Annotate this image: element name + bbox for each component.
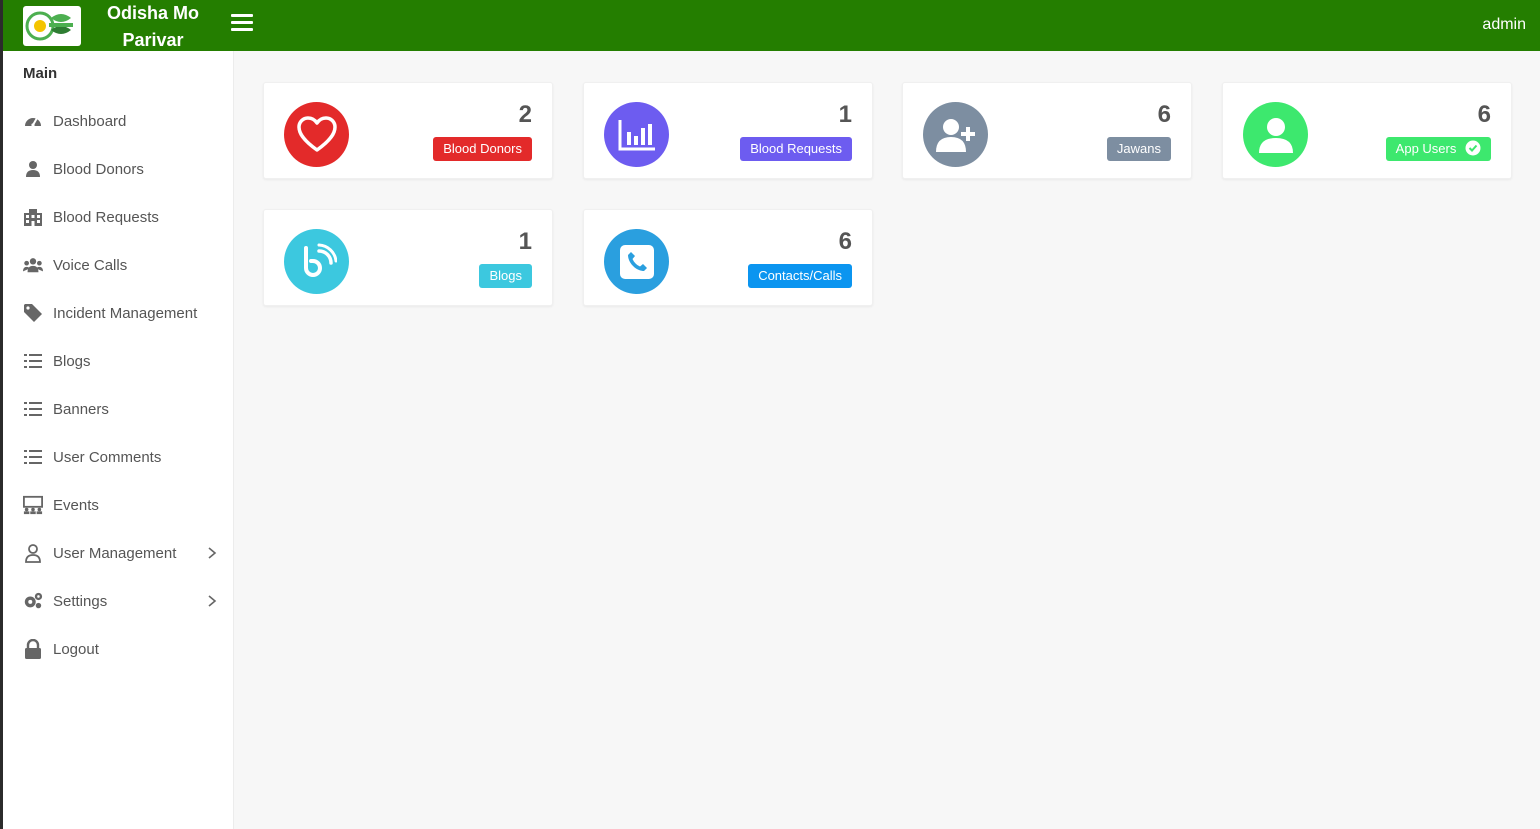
sidebar-item-label: Dashboard <box>53 112 127 130</box>
sidebar-item-voice-calls[interactable]: Voice Calls <box>3 241 234 289</box>
sidebar-item-label: Voice Calls <box>53 256 128 274</box>
sidebar-item-user-management[interactable]: User Management <box>3 529 234 577</box>
user-plus-icon <box>923 102 988 167</box>
dashboard-icon <box>23 111 43 131</box>
top-bar: Odisha Mo Parivar admin <box>3 0 1540 51</box>
sidebar-item-label: Incident Management <box>53 304 198 322</box>
sidebar-menu: Dashboard Blood Donors Blood Requests Vo… <box>3 97 234 673</box>
list-icon <box>23 447 43 467</box>
stat-count: 6 <box>1157 101 1171 128</box>
sidebar-item-label: Blood Requests <box>53 208 159 226</box>
stat-label: Contacts/Calls <box>758 268 842 283</box>
stat-badge[interactable]: Blogs <box>479 264 532 288</box>
stat-card-contacts-calls[interactable]: 6 Contacts/Calls <box>583 209 873 306</box>
sidebar-item-label: Blogs <box>53 352 91 370</box>
brand-line-1: Odisha Mo <box>106 3 199 23</box>
stat-card-app-users[interactable]: 6 App Users <box>1222 82 1512 179</box>
bar-chart-icon <box>604 102 669 167</box>
sidebar-item-label: Events <box>53 496 99 514</box>
brand-title: Odisha Mo Parivar <box>103 0 203 54</box>
sidebar-header: Main <box>23 65 58 82</box>
sidebar-item-user-comments[interactable]: User Comments <box>3 433 234 481</box>
chevron-right-icon <box>204 545 220 561</box>
blog-icon <box>284 229 349 294</box>
stat-badge[interactable]: Blood Donors <box>433 137 532 161</box>
stat-label: Blood Requests <box>750 141 842 156</box>
user-icon <box>23 159 43 179</box>
stat-count: 1 <box>838 101 852 128</box>
app-logo[interactable] <box>23 6 81 46</box>
sidebar-item-label: Blood Donors <box>53 160 144 178</box>
sidebar-item-blood-donors[interactable]: Blood Donors <box>3 145 234 193</box>
gears-icon <box>23 591 43 611</box>
stat-count: 1 <box>518 228 532 255</box>
stat-card-blood-donors[interactable]: 2 Blood Donors <box>263 82 553 179</box>
user-menu[interactable]: admin <box>1482 16 1526 34</box>
stat-count: 6 <box>1477 101 1491 128</box>
list-icon <box>23 399 43 419</box>
stat-count: 6 <box>838 228 852 255</box>
stat-badge[interactable]: Contacts/Calls <box>748 264 852 288</box>
stat-count: 2 <box>518 101 532 128</box>
menu-toggle-icon[interactable] <box>231 14 253 36</box>
stat-badge[interactable]: Blood Requests <box>740 137 852 161</box>
brand-line-2: Parivar <box>122 30 184 50</box>
users-group-icon <box>23 255 43 275</box>
user-circle-icon <box>1243 102 1308 167</box>
stat-card-jawans[interactable]: 6 Jawans <box>902 82 1192 179</box>
sidebar-item-blood-requests[interactable]: Blood Requests <box>3 193 234 241</box>
stat-label: App Users <box>1395 141 1457 156</box>
stat-card-blogs[interactable]: 1 Blogs <box>263 209 553 306</box>
sidebar-item-settings[interactable]: Settings <box>3 577 234 625</box>
sidebar-item-label: User Management <box>53 544 177 562</box>
sidebar-item-incident-management[interactable]: Incident Management <box>3 289 234 337</box>
lock-icon <box>23 639 43 659</box>
list-icon <box>23 351 43 371</box>
sidebar-item-label: Logout <box>53 640 99 658</box>
check-circle-icon <box>1465 140 1481 156</box>
sidebar-item-label: Banners <box>53 400 109 418</box>
presentation-icon <box>23 495 43 515</box>
heart-icon <box>284 102 349 167</box>
chevron-right-icon <box>204 593 220 609</box>
stat-badge[interactable]: Jawans <box>1106 137 1171 161</box>
sidebar-item-dashboard[interactable]: Dashboard <box>3 97 234 145</box>
stat-card-blood-requests[interactable]: 1 Blood Requests <box>583 82 873 179</box>
stat-label: Blogs <box>489 268 522 283</box>
sidebar-item-label: User Comments <box>53 448 162 466</box>
stat-label: Jawans <box>1116 141 1161 156</box>
tag-icon <box>23 303 43 323</box>
stat-label: Blood Donors <box>443 141 522 156</box>
sidebar-item-label: Settings <box>53 592 108 610</box>
sidebar: Main Dashboard Blood Donors Blood Reques… <box>3 51 234 829</box>
sidebar-item-banners[interactable]: Banners <box>3 385 234 433</box>
sidebar-item-blogs[interactable]: Blogs <box>3 337 234 385</box>
sidebar-item-logout[interactable]: Logout <box>3 625 234 673</box>
user-outline-icon <box>23 543 43 563</box>
sidebar-item-events[interactable]: Events <box>3 481 234 529</box>
building-icon <box>23 207 43 227</box>
stat-badge[interactable]: App Users <box>1385 137 1491 161</box>
phone-square-icon <box>604 229 669 294</box>
